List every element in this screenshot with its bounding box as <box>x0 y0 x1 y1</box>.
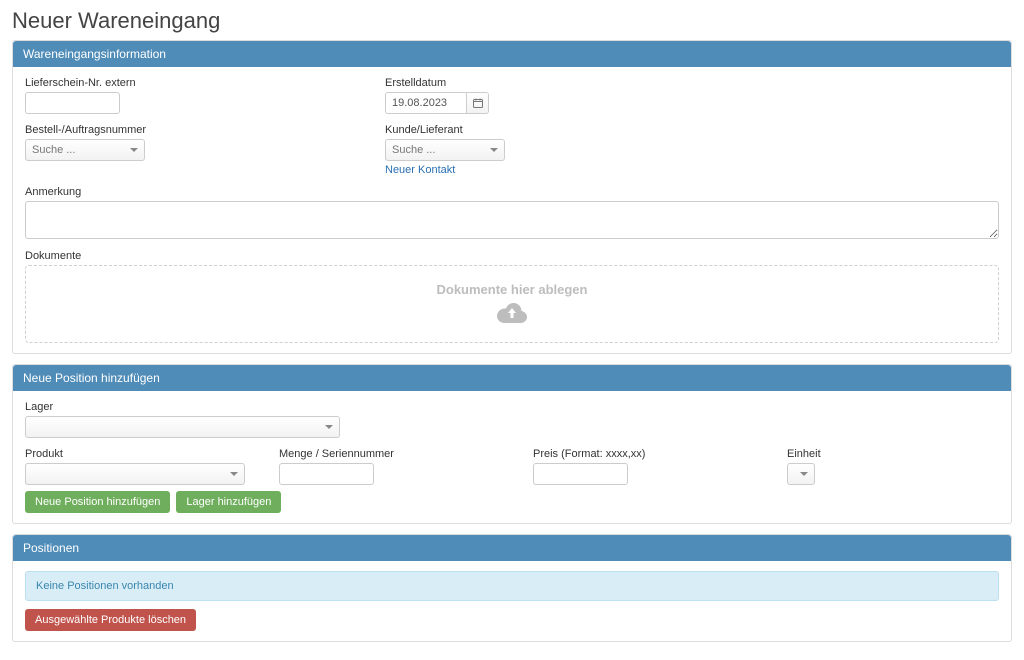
panel-wareneingang-header: Wareneingangsinformation <box>13 41 1011 67</box>
anmerkung-label: Anmerkung <box>25 186 999 198</box>
delete-selected-button[interactable]: Ausgewählte Produkte löschen <box>25 609 196 631</box>
preis-input[interactable] <box>533 463 628 485</box>
lieferschein-label: Lieferschein-Nr. extern <box>25 77 355 89</box>
panel-neue-position: Neue Position hinzufügen Lager Produkt <box>12 364 1012 524</box>
dropzone-text: Dokumente hier ablegen <box>437 282 588 297</box>
lager-label: Lager <box>25 401 340 413</box>
field-anmerkung: Anmerkung <box>25 186 999 242</box>
dokumente-label: Dokumente <box>25 250 999 262</box>
anmerkung-textarea[interactable] <box>25 201 999 239</box>
panel-positionen-header: Positionen <box>13 535 1011 561</box>
kunde-select[interactable]: Suche ... <box>385 139 505 161</box>
chevron-down-icon <box>230 472 238 476</box>
field-preis: Preis (Format: xxxx,xx) <box>533 448 773 485</box>
dokumente-dropzone[interactable]: Dokumente hier ablegen <box>25 265 999 343</box>
bestell-select[interactable]: Suche ... <box>25 139 145 161</box>
bestell-label: Bestell-/Auftragsnummer <box>25 124 355 136</box>
field-lager: Lager <box>25 401 340 438</box>
produkt-select[interactable] <box>25 463 245 485</box>
neuer-kontakt-link[interactable]: Neuer Kontakt <box>385 164 455 176</box>
field-produkt: Produkt <box>25 448 265 485</box>
menge-input[interactable] <box>279 463 374 485</box>
chevron-down-icon <box>325 425 333 429</box>
field-dokumente: Dokumente Dokumente hier ablegen <box>25 250 999 343</box>
chevron-down-icon <box>130 148 138 152</box>
einheit-select[interactable] <box>787 463 815 485</box>
kunde-placeholder: Suche ... <box>392 144 435 156</box>
lieferschein-input[interactable] <box>25 92 120 114</box>
chevron-down-icon <box>800 472 808 476</box>
bestell-placeholder: Suche ... <box>32 144 75 156</box>
panel-neue-position-header: Neue Position hinzufügen <box>13 365 1011 391</box>
preis-label: Preis (Format: xxxx,xx) <box>533 448 773 460</box>
add-position-button[interactable]: Neue Position hinzufügen <box>25 491 170 513</box>
produkt-label: Produkt <box>25 448 265 460</box>
menge-label: Menge / Seriennummer <box>279 448 519 460</box>
field-einheit: Einheit <box>787 448 847 485</box>
page-title: Neuer Wareneingang <box>12 8 1012 34</box>
panel-wareneingang-info: Wareneingangsinformation Lieferschein-Nr… <box>12 40 1012 354</box>
field-bestell: Bestell-/Auftragsnummer Suche ... <box>25 124 355 176</box>
upload-cloud-icon <box>496 301 528 326</box>
einheit-label: Einheit <box>787 448 847 460</box>
field-kunde: Kunde/Lieferant Suche ... Neuer Kontakt <box>385 124 505 176</box>
chevron-down-icon <box>490 148 498 152</box>
field-menge: Menge / Seriennummer <box>279 448 519 485</box>
erstelldatum-label: Erstelldatum <box>385 77 489 89</box>
field-lieferschein: Lieferschein-Nr. extern <box>25 77 355 114</box>
kunde-label: Kunde/Lieferant <box>385 124 505 136</box>
calendar-icon[interactable] <box>466 93 488 113</box>
erstelldatum-input[interactable] <box>386 93 466 113</box>
lager-select[interactable] <box>25 416 340 438</box>
positionen-empty-info: Keine Positionen vorhanden <box>25 571 999 601</box>
panel-positionen: Positionen Keine Positionen vorhanden Au… <box>12 534 1012 642</box>
field-erstelldatum: Erstelldatum <box>385 77 489 114</box>
add-lager-button[interactable]: Lager hinzufügen <box>176 491 281 513</box>
